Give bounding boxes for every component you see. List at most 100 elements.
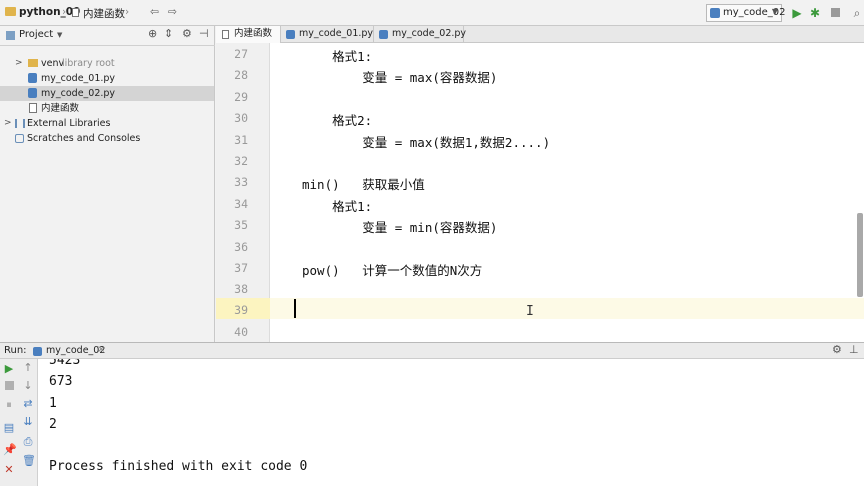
tree-item-label: venv [41, 58, 65, 69]
console-line: 2 [49, 417, 57, 432]
dump-threads-icon[interactable]: ▤ [3, 421, 15, 435]
pause-icon[interactable]: ⏸ [3, 398, 15, 412]
tree-item-label: my_code_02.py [41, 88, 116, 99]
console-line: 673 [49, 374, 73, 389]
tab-my-code-01[interactable]: my_code_01.py [281, 26, 374, 43]
line-number: 37 [234, 261, 248, 275]
folder-icon [28, 59, 38, 67]
tree-item-label: Scratches and Consoles [27, 133, 141, 144]
gear-icon[interactable]: ⚙ [182, 27, 192, 40]
tab-my-code-02[interactable]: my_code_02.py [374, 26, 467, 43]
gear-icon[interactable]: ⚙ [832, 343, 842, 356]
chevron-right-icon[interactable]: > [4, 116, 12, 131]
code-line: 格式1: [302, 199, 373, 214]
code-line: 变量 = min(容器数据) [302, 220, 498, 235]
project-panel-title[interactable]: Project [19, 29, 53, 40]
line-number: 36 [234, 240, 248, 254]
run-panel-header: Run: my_code_02 × ⚙ ⊥ [0, 342, 864, 359]
breadcrumb-separator: › [62, 6, 67, 18]
tree-item-label: 内建函数 [41, 103, 80, 114]
line-number: 28 [234, 68, 248, 82]
scratches-icon [15, 134, 24, 143]
code-line: pow() 计算一个数值的N次方 [302, 263, 483, 278]
navigation-bar: python_09 › 内建函数 › ⇦ ⇨ my_code_02 ▼ ▶ ✱ … [0, 0, 864, 26]
tree-item-my-code-02[interactable]: my_code_02.py [0, 86, 214, 101]
tree-item-scratches[interactable]: Scratches and Consoles [0, 131, 214, 146]
run-toolbar: ▶ ↑ ↓ ⏸ ⇄ ⇊ ▤ ⎙ 📌 🗑 ✕ [0, 359, 38, 486]
python-file-icon [28, 73, 37, 83]
print-icon[interactable]: ⎙ [22, 435, 34, 449]
console-line: 1 [49, 396, 57, 411]
tab-label: 内建函数 [234, 28, 273, 39]
python-file-icon [28, 88, 37, 98]
back-icon[interactable]: ⇦ [150, 6, 159, 18]
line-number: 40 [234, 325, 248, 339]
line-number: 33 [234, 175, 248, 189]
tree-item-my-code-01[interactable]: my_code_01.py [0, 71, 214, 86]
editor-tabs: 内建函数 my_code_01.py my_code_02.py [216, 26, 864, 43]
python-file-icon [33, 347, 42, 356]
python-file-icon [286, 30, 295, 39]
breadcrumb-separator: › [125, 6, 130, 18]
tree-item-suffix: library root [62, 58, 115, 69]
code-line: min() 获取最小值 [302, 177, 425, 192]
line-number: 31 [234, 133, 248, 147]
code-line: 格式1: [302, 49, 373, 64]
forward-icon[interactable]: ⇨ [168, 6, 177, 18]
line-number: 32 [234, 154, 248, 168]
collapse-icon[interactable]: ⇕ [164, 27, 173, 40]
project-panel-header: Project ▼ ⊕ ⇕ ⚙ ⊣ [0, 26, 215, 46]
chevron-down-icon[interactable]: ▼ [57, 31, 62, 39]
text-caret [294, 299, 296, 318]
console-output[interactable]: 5423 673 1 2 Process finished with exit … [38, 359, 864, 486]
mouse-ibeam-cursor: I [526, 304, 534, 319]
run-icon[interactable]: ▶ [790, 5, 804, 21]
run-configuration-select[interactable]: my_code_02 ▼ [706, 4, 786, 22]
stop-icon[interactable] [3, 380, 15, 394]
line-number: 38 [234, 282, 248, 296]
tree-item-external-libraries[interactable]: > External Libraries [0, 116, 214, 131]
python-file-icon [710, 8, 720, 18]
debug-icon[interactable]: ✱ [808, 5, 822, 21]
tree-item-label: my_code_01.py [41, 73, 116, 84]
rerun-icon[interactable]: ▶ [3, 362, 15, 376]
locate-icon[interactable]: ⊕ [148, 27, 157, 40]
text-file-icon [222, 30, 229, 39]
tree-item-builtin-notes[interactable]: 内建函数 [0, 101, 214, 116]
text-file-icon [29, 103, 37, 113]
text-file-icon [72, 8, 79, 17]
project-view-icon [6, 31, 15, 40]
close-icon[interactable]: ✕ [3, 463, 15, 477]
tab-label: my_code_02.py [392, 28, 467, 39]
close-icon[interactable]: × [97, 344, 105, 355]
tree-item-venv[interactable]: > venv library root [0, 56, 214, 71]
console-line: Process finished with exit code 0 [49, 459, 308, 474]
soft-wrap-icon[interactable]: ⇄ [22, 397, 34, 411]
trash-icon[interactable]: 🗑 [22, 454, 36, 468]
editor-scrollbar[interactable] [857, 213, 863, 297]
project-panel: Project ▼ ⊕ ⇕ ⚙ ⊣ > venv library root my… [0, 26, 215, 342]
console-line: 5423 [49, 359, 81, 368]
breadcrumb-file[interactable]: 内建函数 [83, 6, 125, 21]
arrow-up-icon[interactable]: ↑ [22, 361, 34, 375]
current-line-highlight [270, 298, 864, 319]
search-icon[interactable]: ⌕ [850, 5, 864, 21]
python-file-icon [379, 30, 388, 39]
scroll-to-end-icon[interactable]: ⇊ [22, 415, 34, 429]
run-panel-label: Run: [4, 345, 27, 356]
code-line: 格式2: [302, 113, 373, 128]
hide-panel-icon[interactable]: ⊣ [199, 27, 209, 40]
line-number: 39 [234, 303, 248, 317]
hide-panel-icon[interactable]: ⊥ [849, 343, 859, 356]
arrow-down-icon[interactable]: ↓ [22, 379, 34, 393]
line-number: 35 [234, 218, 248, 232]
tab-builtin-notes[interactable]: 内建函数 [216, 26, 281, 43]
stop-icon[interactable] [828, 5, 842, 21]
line-number: 34 [234, 197, 248, 211]
line-number: 29 [234, 90, 248, 104]
library-icon [15, 119, 25, 128]
chevron-right-icon[interactable]: > [15, 56, 23, 71]
code-line: 变量 = max(容器数据) [302, 70, 498, 85]
code-line: 变量 = max(数据1,数据2....) [302, 135, 551, 150]
pin-icon[interactable]: 📌 [3, 443, 17, 457]
